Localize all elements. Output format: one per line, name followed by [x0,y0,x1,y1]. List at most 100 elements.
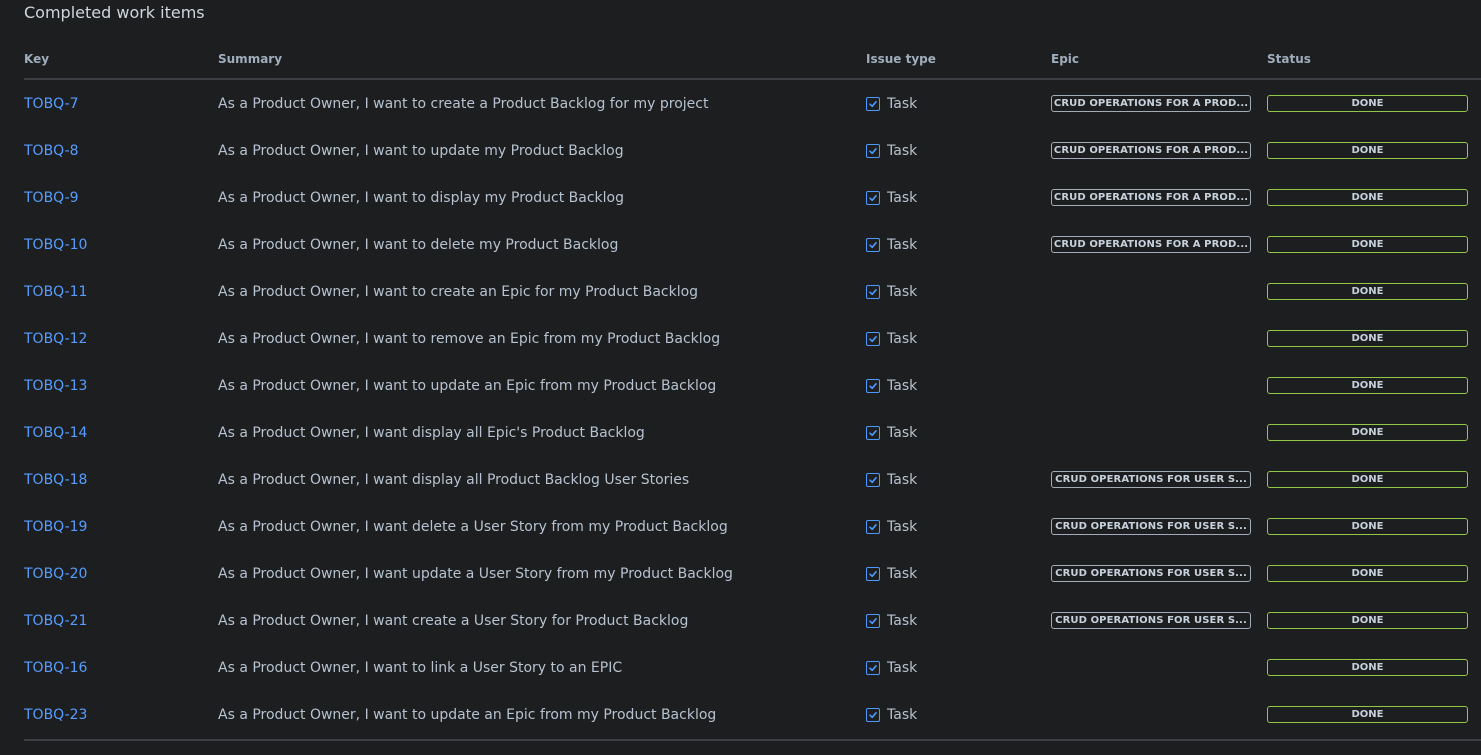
issue-type: Task [866,613,917,629]
issue-key-link[interactable]: TOBQ-16 [24,660,87,676]
epic-lozenge[interactable]: CRUD OPERATIONS FOR A PROD... [1051,142,1251,159]
task-checkbox-icon [866,190,880,205]
epic-lozenge[interactable]: CRUD OPERATIONS FOR USER S... [1051,471,1251,488]
issue-summary[interactable]: As a Product Owner, I want to update my … [218,143,624,159]
epic-lozenge[interactable]: CRUD OPERATIONS FOR USER S... [1051,518,1251,535]
issue-type-cell: Task [866,409,917,456]
issue-key-link[interactable]: TOBQ-8 [24,143,79,159]
key-cell: TOBQ-20 [24,550,87,597]
table-row[interactable]: TOBQ-21 As a Product Owner, I want creat… [24,597,1481,644]
status-lozenge[interactable]: DONE [1267,95,1468,112]
issue-summary[interactable]: As a Product Owner, I want display all P… [218,472,689,488]
status-lozenge[interactable]: DONE [1267,706,1468,723]
table-row[interactable]: TOBQ-9 As a Product Owner, I want to dis… [24,174,1481,221]
status-lozenge[interactable]: DONE [1267,471,1468,488]
table-row[interactable]: TOBQ-8 As a Product Owner, I want to upd… [24,127,1481,174]
issue-type: Task [866,378,917,394]
issue-key-link[interactable]: TOBQ-20 [24,566,87,582]
table-row[interactable]: TOBQ-16 As a Product Owner, I want to li… [24,644,1481,691]
issue-key-link[interactable]: TOBQ-21 [24,613,87,629]
column-header-status[interactable]: Status [1267,52,1311,66]
epic-lozenge[interactable]: CRUD OPERATIONS FOR A PROD... [1051,95,1251,112]
table-row[interactable]: TOBQ-23 As a Product Owner, I want to up… [24,691,1481,738]
key-cell: TOBQ-21 [24,597,87,644]
issue-summary[interactable]: As a Product Owner, I want display all E… [218,425,645,441]
issue-key-link[interactable]: TOBQ-14 [24,425,87,441]
table-row[interactable]: TOBQ-7 As a Product Owner, I want to cre… [24,80,1481,127]
column-header-issue-type[interactable]: Issue type [866,52,936,66]
issue-summary[interactable]: As a Product Owner, I want to delete my … [218,237,618,253]
issue-type: Task [866,707,917,723]
issue-key-link[interactable]: TOBQ-10 [24,237,87,253]
issue-summary[interactable]: As a Product Owner, I want delete a User… [218,519,728,535]
issue-type-cell: Task [866,127,917,174]
issue-summary[interactable]: As a Product Owner, I want to update an … [218,707,716,723]
status-lozenge[interactable]: DONE [1267,518,1468,535]
table-row[interactable]: TOBQ-10 As a Product Owner, I want to de… [24,221,1481,268]
epic-lozenge[interactable]: CRUD OPERATIONS FOR USER S... [1051,612,1251,629]
task-checkbox-icon [866,96,880,111]
status-cell: DONE [1267,221,1468,268]
status-cell: DONE [1267,174,1468,221]
status-lozenge[interactable]: DONE [1267,189,1468,206]
issue-summary[interactable]: As a Product Owner, I want to create a P… [218,96,708,112]
status-lozenge[interactable]: DONE [1267,565,1468,582]
epic-lozenge[interactable]: CRUD OPERATIONS FOR A PROD... [1051,236,1251,253]
issue-type-label: Task [887,283,918,300]
issue-summary[interactable]: As a Product Owner, I want to update an … [218,378,716,394]
issue-summary[interactable]: As a Product Owner, I want to remove an … [218,331,720,347]
table-row[interactable]: TOBQ-20 As a Product Owner, I want updat… [24,550,1481,597]
issue-key-link[interactable]: TOBQ-11 [24,284,87,300]
table-row[interactable]: TOBQ-11 As a Product Owner, I want to cr… [24,268,1481,315]
issue-type-label: Task [887,471,918,488]
status-lozenge[interactable]: DONE [1267,377,1468,394]
table-row[interactable]: TOBQ-18 As a Product Owner, I want displ… [24,456,1481,503]
issue-type-cell: Task [866,315,917,362]
status-lozenge[interactable]: DONE [1267,424,1468,441]
issue-summary[interactable]: As a Product Owner, I want update a User… [218,566,733,582]
issue-type: Task [866,331,917,347]
status-cell: DONE [1267,503,1468,550]
status-cell: DONE [1267,644,1468,691]
epic-lozenge[interactable]: CRUD OPERATIONS FOR USER S... [1051,565,1251,582]
task-checkbox-icon [866,613,880,628]
status-lozenge[interactable]: DONE [1267,659,1468,676]
status-cell: DONE [1267,80,1468,127]
issue-type-cell: Task [866,80,917,127]
issue-key-link[interactable]: TOBQ-18 [24,472,87,488]
column-header-summary[interactable]: Summary [218,52,282,66]
column-header-key[interactable]: Key [24,52,49,66]
issue-summary[interactable]: As a Product Owner, I want create a User… [218,613,688,629]
issue-key-link[interactable]: TOBQ-13 [24,378,87,394]
key-cell: TOBQ-19 [24,503,87,550]
table-row[interactable]: TOBQ-13 As a Product Owner, I want to up… [24,362,1481,409]
table-row[interactable]: TOBQ-14 As a Product Owner, I want displ… [24,409,1481,456]
table-row[interactable]: TOBQ-12 As a Product Owner, I want to re… [24,315,1481,362]
key-cell: TOBQ-8 [24,127,79,174]
task-checkbox-icon [866,143,880,158]
summary-cell: As a Product Owner, I want to update my … [218,127,624,174]
issue-type-label: Task [887,612,918,629]
issue-key-link[interactable]: TOBQ-19 [24,519,87,535]
status-lozenge[interactable]: DONE [1267,142,1468,159]
issue-key-link[interactable]: TOBQ-12 [24,331,87,347]
issue-summary[interactable]: As a Product Owner, I want to display my… [218,190,624,206]
summary-cell: As a Product Owner, I want delete a User… [218,503,728,550]
column-header-epic[interactable]: Epic [1051,52,1079,66]
key-cell: TOBQ-10 [24,221,87,268]
key-cell: TOBQ-9 [24,174,79,221]
status-lozenge[interactable]: DONE [1267,283,1468,300]
epic-lozenge[interactable]: CRUD OPERATIONS FOR A PROD... [1051,189,1251,206]
status-lozenge[interactable]: DONE [1267,330,1468,347]
table-bottom-divider [24,739,1481,741]
issue-summary[interactable]: As a Product Owner, I want to create an … [218,284,698,300]
issue-key-link[interactable]: TOBQ-23 [24,707,87,723]
task-checkbox-icon [866,425,880,440]
table-row[interactable]: TOBQ-19 As a Product Owner, I want delet… [24,503,1481,550]
task-checkbox-icon [866,566,880,581]
status-lozenge[interactable]: DONE [1267,612,1468,629]
issue-summary[interactable]: As a Product Owner, I want to link a Use… [218,660,622,676]
issue-key-link[interactable]: TOBQ-9 [24,190,79,206]
issue-key-link[interactable]: TOBQ-7 [24,96,79,112]
status-lozenge[interactable]: DONE [1267,236,1468,253]
